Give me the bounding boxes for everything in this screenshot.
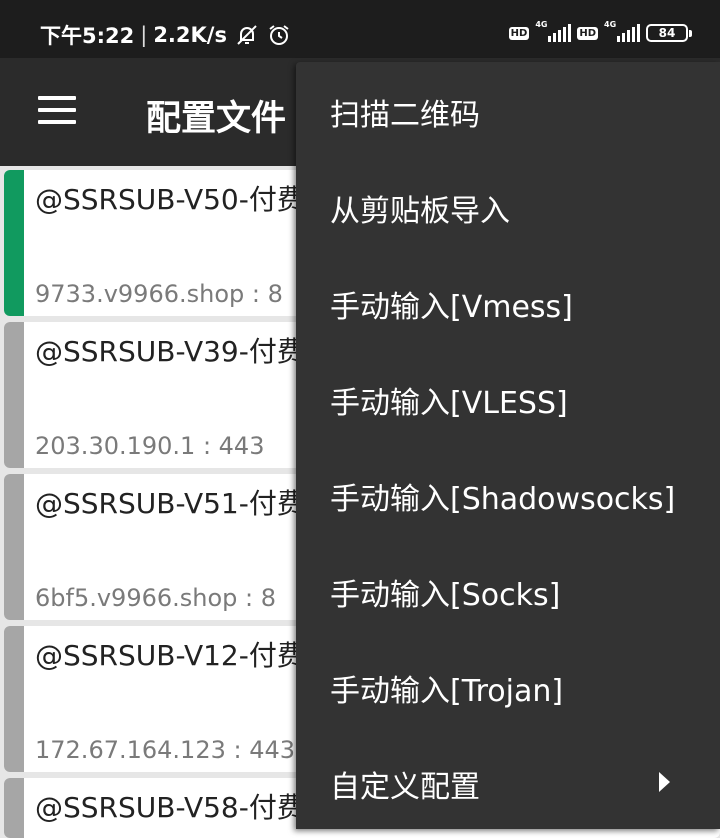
hamburger-icon[interactable]: [38, 96, 76, 124]
signal-icon: 4G: [535, 20, 572, 44]
status-indicator: [4, 322, 24, 468]
status-indicator: [4, 474, 24, 620]
bell-mute-icon: [237, 25, 257, 45]
hd-badge-1: HD: [508, 26, 530, 40]
menu-item-label: 手动输入[VLESS]: [330, 386, 568, 421]
menu-item-import-clipboard[interactable]: 从剪贴板导入: [296, 160, 720, 256]
menu-item-label: 手动输入[Vmess]: [330, 290, 573, 325]
menu-item-manual-socks[interactable]: 手动输入[Socks]: [296, 544, 720, 640]
status-bar: 下午5:22 | 2.2K/s HD 4G HD 4G 84: [0, 0, 720, 58]
status-indicator: [4, 626, 24, 772]
status-right: HD 4G HD 4G 84: [508, 20, 692, 44]
submenu-arrow-icon: [659, 772, 670, 792]
server-address: 9733.v9966.shop : 8: [35, 280, 283, 308]
hd-badge-2: HD: [577, 26, 598, 40]
battery-level: 84: [658, 26, 676, 40]
menu-item-label: 手动输入[Socks]: [330, 578, 561, 613]
status-separator: |: [140, 23, 148, 47]
menu-item-manual-trojan[interactable]: 手动输入[Trojan]: [296, 640, 720, 736]
menu-item-manual-vmess[interactable]: 手动输入[Vmess]: [296, 256, 720, 352]
battery-icon: 84: [646, 24, 692, 42]
menu-item-custom-config[interactable]: 自定义配置: [296, 736, 720, 832]
menu-item-label: 手动输入[Trojan]: [330, 674, 564, 709]
status-left: 下午5:22 | 2.2K/s: [40, 20, 291, 50]
menu-item-label: 扫描二维码: [330, 98, 480, 133]
server-address: 6bf5.v9966.shop : 8: [35, 584, 277, 612]
server-address: 172.67.164.123 : 443: [35, 736, 296, 764]
menu-item-scan-qr[interactable]: 扫描二维码: [296, 64, 720, 160]
menu-item-label: 自定义配置: [330, 770, 480, 805]
menu-item-manual-vless[interactable]: 手动输入[VLESS]: [296, 352, 720, 448]
server-address: 203.30.190.1 : 443: [35, 432, 265, 460]
page-title: 配置文件: [146, 99, 287, 139]
status-net-speed: 2.2K/s: [153, 23, 227, 47]
selected-indicator: [4, 170, 24, 316]
alarm-icon: [269, 25, 289, 45]
signal-icon-2: 4G: [604, 20, 640, 44]
overflow-menu: 扫描二维码 从剪贴板导入 手动输入[Vmess] 手动输入[VLESS] 手动输…: [296, 62, 720, 829]
status-time: 下午5:22: [40, 24, 135, 48]
menu-item-manual-shadowsocks[interactable]: 手动输入[Shadowsocks]: [296, 448, 720, 544]
menu-item-label: 从剪贴板导入: [330, 194, 510, 229]
menu-item-label: 手动输入[Shadowsocks]: [330, 482, 676, 517]
status-indicator: [4, 778, 24, 838]
